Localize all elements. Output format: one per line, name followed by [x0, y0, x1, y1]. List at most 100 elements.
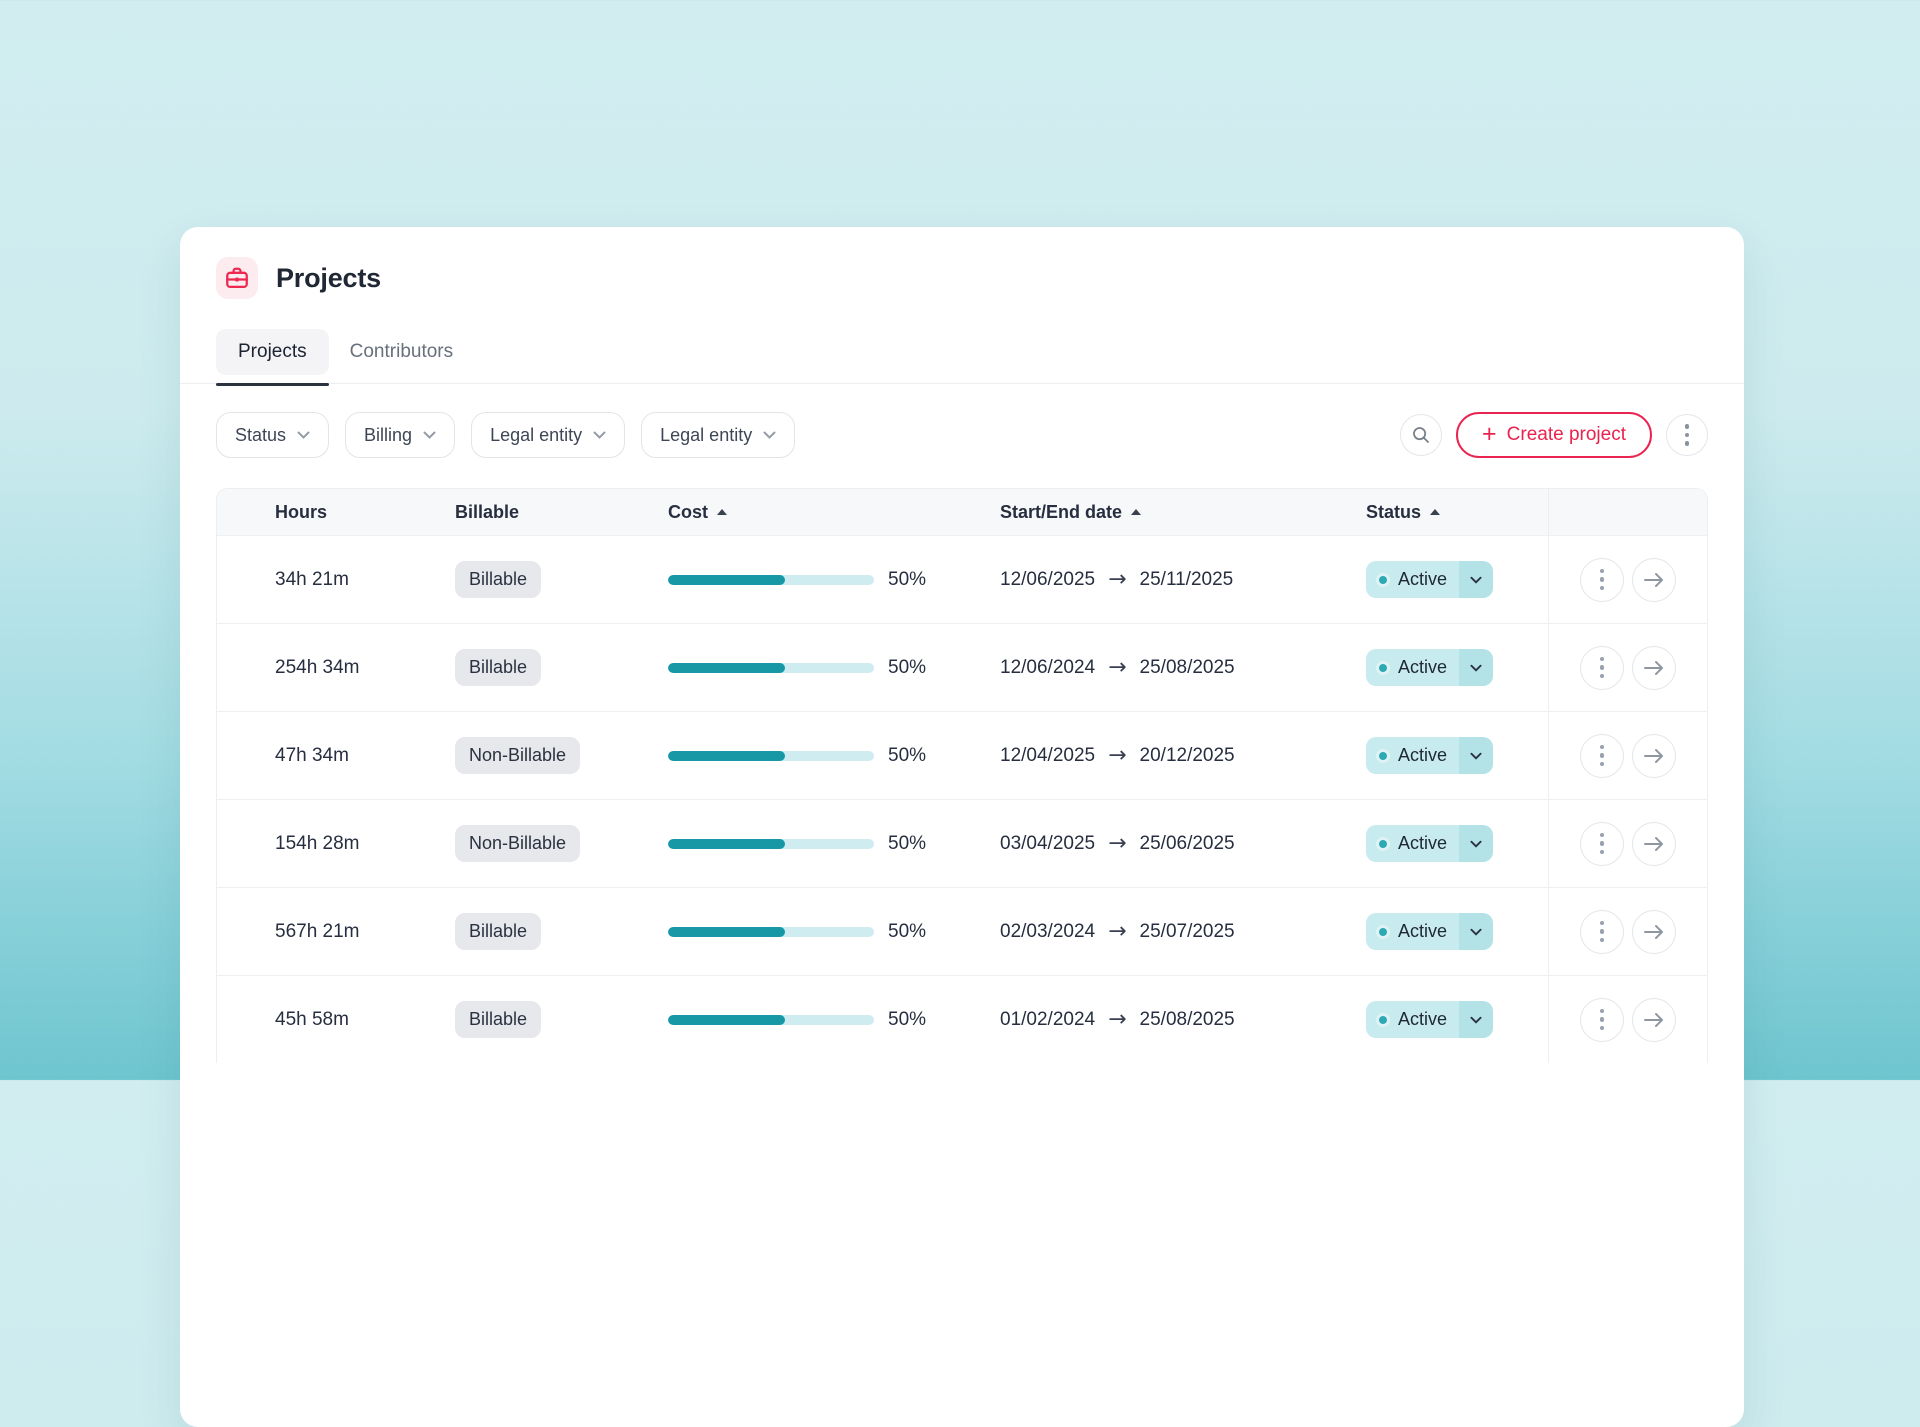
row-menu-button[interactable] — [1580, 822, 1624, 866]
table-row: 47h 34m Non-Billable 50% 12/04/2025 → 20… — [217, 711, 1707, 799]
open-project-button[interactable] — [1632, 734, 1676, 778]
dates-cell: 12/06/2024 → 25/08/2025 — [1000, 657, 1366, 679]
billable-badge: Billable — [455, 649, 541, 686]
arrow-right-icon: → — [1108, 1009, 1126, 1031]
status-cell: Active — [1366, 1001, 1548, 1038]
status-chevron-button[interactable] — [1459, 561, 1493, 598]
cost-progress-bar — [668, 1015, 874, 1025]
chevron-down-icon — [1470, 576, 1482, 584]
table-row: 45h 58m Billable 50% 01/02/2024 → 25/08/… — [217, 975, 1707, 1063]
kebab-menu-icon — [1600, 1009, 1605, 1031]
end-date: 25/06/2025 — [1140, 833, 1235, 855]
filter-legal-entity-1[interactable]: Legal entity — [471, 412, 625, 458]
table-row: 34h 21m Billable 50% 12/06/2025 → 25/11/… — [217, 535, 1707, 623]
hours-value: 567h 21m — [217, 921, 455, 943]
cost-progress-bar — [668, 575, 874, 585]
sort-asc-icon — [1131, 509, 1141, 515]
status-chevron-button[interactable] — [1459, 1001, 1493, 1038]
billable-badge: Non-Billable — [455, 737, 580, 774]
status-dropdown[interactable]: Active — [1366, 825, 1493, 862]
status-chevron-button[interactable] — [1459, 649, 1493, 686]
status-dropdown[interactable]: Active — [1366, 913, 1493, 950]
open-project-button[interactable] — [1632, 998, 1676, 1042]
table-row: 154h 28m Non-Billable 50% 03/04/2025 → 2… — [217, 799, 1707, 887]
cost-cell: 50% — [668, 1009, 1000, 1031]
status-label: Active — [1398, 657, 1447, 678]
cost-cell: 50% — [668, 745, 1000, 767]
filter-billing[interactable]: Billing — [345, 412, 455, 458]
filter-status[interactable]: Status — [216, 412, 329, 458]
search-button[interactable] — [1400, 414, 1442, 456]
dates-cell: 02/03/2024 → 25/07/2025 — [1000, 921, 1366, 943]
billable-cell: Non-Billable — [455, 737, 668, 774]
more-options-button[interactable] — [1666, 414, 1708, 456]
row-menu-button[interactable] — [1580, 558, 1624, 602]
status-chevron-button[interactable] — [1459, 825, 1493, 862]
table-row: 254h 34m Billable 50% 12/06/2024 → 25/08… — [217, 623, 1707, 711]
status-dropdown[interactable]: Active — [1366, 737, 1493, 774]
open-project-button[interactable] — [1632, 822, 1676, 866]
dates-cell: 12/06/2025 → 25/11/2025 — [1000, 569, 1366, 591]
chevron-down-icon — [297, 431, 310, 439]
arrow-right-icon — [1643, 924, 1665, 940]
billable-cell: Billable — [455, 649, 668, 686]
col-header-hours[interactable]: Hours — [217, 502, 455, 523]
row-menu-button[interactable] — [1580, 646, 1624, 690]
filter-legal-entity-2[interactable]: Legal entity — [641, 412, 795, 458]
open-project-button[interactable] — [1632, 558, 1676, 602]
status-dot-icon — [1376, 925, 1390, 939]
status-dropdown[interactable]: Active — [1366, 1001, 1493, 1038]
cost-cell: 50% — [668, 921, 1000, 943]
dates-cell: 12/04/2025 → 20/12/2025 — [1000, 745, 1366, 767]
row-menu-button[interactable] — [1580, 910, 1624, 954]
tab-projects[interactable]: Projects — [216, 329, 329, 375]
row-menu-button[interactable] — [1580, 734, 1624, 778]
row-actions — [1548, 712, 1707, 799]
col-header-start-end-date[interactable]: Start/End date — [1000, 502, 1366, 523]
billable-cell: Non-Billable — [455, 825, 668, 862]
cost-progress-fill — [668, 1015, 785, 1025]
arrow-right-icon — [1643, 748, 1665, 764]
start-date: 12/06/2024 — [1000, 657, 1095, 679]
tab-contributors[interactable]: Contributors — [350, 329, 454, 375]
col-header-billable[interactable]: Billable — [455, 502, 668, 523]
cost-percent-label: 50% — [888, 1009, 926, 1031]
plus-icon: + — [1482, 422, 1497, 447]
toolbar: Status Billing Legal entity Legal entity — [216, 412, 1708, 458]
status-dot-icon — [1376, 573, 1390, 587]
kebab-menu-icon — [1600, 657, 1605, 679]
arrow-right-icon: → — [1108, 657, 1126, 679]
chevron-down-icon — [1470, 664, 1482, 672]
col-header-actions — [1548, 489, 1707, 535]
arrow-right-icon: → — [1108, 833, 1126, 855]
status-dropdown[interactable]: Active — [1366, 561, 1493, 598]
status-label: Active — [1398, 1009, 1447, 1030]
filter-label: Legal entity — [660, 425, 752, 446]
briefcase-icon — [216, 257, 258, 299]
status-chevron-button[interactable] — [1459, 913, 1493, 950]
status-chevron-button[interactable] — [1459, 737, 1493, 774]
filter-label: Status — [235, 425, 286, 446]
billable-badge: Non-Billable — [455, 825, 580, 862]
status-cell: Active — [1366, 913, 1548, 950]
hours-value: 34h 21m — [217, 569, 455, 591]
col-header-status[interactable]: Status — [1366, 502, 1548, 523]
row-menu-button[interactable] — [1580, 998, 1624, 1042]
row-actions — [1548, 976, 1707, 1063]
open-project-button[interactable] — [1632, 646, 1676, 690]
page-title: Projects — [276, 263, 381, 294]
chevron-down-icon — [1470, 752, 1482, 760]
cost-cell: 50% — [668, 657, 1000, 679]
open-project-button[interactable] — [1632, 910, 1676, 954]
kebab-menu-icon — [1600, 569, 1605, 591]
hours-value: 45h 58m — [217, 1009, 455, 1031]
cost-cell: 50% — [668, 569, 1000, 591]
cost-percent-label: 50% — [888, 833, 926, 855]
create-project-button[interactable]: + Create project — [1456, 412, 1652, 458]
col-header-cost[interactable]: Cost — [668, 502, 1000, 523]
start-date: 02/03/2024 — [1000, 921, 1095, 943]
cost-percent-label: 50% — [888, 921, 926, 943]
filter-group: Status Billing Legal entity Legal entity — [216, 412, 795, 458]
status-dropdown[interactable]: Active — [1366, 649, 1493, 686]
kebab-menu-icon — [1600, 745, 1605, 767]
